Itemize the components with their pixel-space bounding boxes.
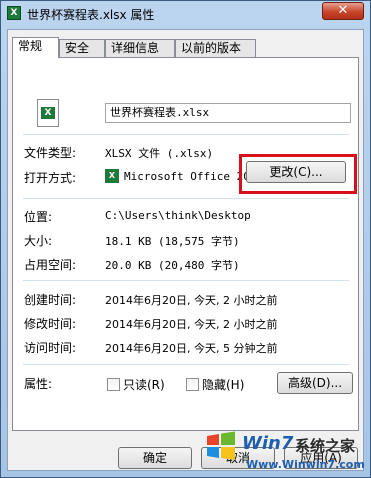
accessed-value: 2014年6月20日, 今天, 5 分钟之前	[105, 342, 278, 355]
tab-details[interactable]: 详细信息	[105, 39, 175, 57]
close-button[interactable]: ✕	[322, 2, 364, 20]
hidden-checkbox[interactable]	[186, 378, 199, 391]
dialog-body: 常规 安全 详细信息 以前的版本 X 世界杯赛程表.xlsx 文件类型: XLS…	[7, 29, 364, 471]
title-bar[interactable]: X 世界杯赛程表.xlsx 属性 ✕	[1, 1, 370, 27]
modified-label: 修改时间:	[24, 317, 77, 331]
file-type-value: XLSX 文件 (.xlsx)	[105, 147, 214, 160]
readonly-checkbox[interactable]	[107, 378, 120, 391]
excel-title-icon: X	[7, 6, 21, 20]
separator	[23, 364, 349, 365]
disk-size-value: 20.0 KB (20,480 字节)	[105, 259, 240, 272]
attributes-label: 属性:	[24, 377, 53, 391]
advanced-button[interactable]: 高级(D)...	[277, 372, 353, 394]
separator	[23, 280, 349, 281]
modified-value: 2014年6月20日, 今天, 2 小时之前	[105, 318, 278, 331]
windows-logo-icon	[207, 431, 235, 460]
excel-file-icon: X	[37, 99, 59, 127]
created-value: 2014年6月20日, 今天, 2 小时之前	[105, 294, 278, 307]
properties-window: X 世界杯赛程表.xlsx 属性 ✕ 常规 安全 详细信息 以前的版本 X 世界…	[0, 0, 371, 478]
opens-with-value: Microsoft Office 20	[124, 170, 250, 183]
change-button[interactable]: 更改(C)...	[246, 161, 346, 183]
tab-general[interactable]: 常规	[12, 37, 59, 58]
size-label: 大小:	[24, 234, 53, 248]
separator	[23, 134, 349, 135]
tab-security[interactable]: 安全	[59, 39, 105, 57]
file-type-label: 文件类型:	[24, 146, 77, 160]
watermark-subtitle: 系统之家	[295, 437, 356, 455]
general-tab-panel: X 世界杯赛程表.xlsx 文件类型: XLSX 文件 (.xlsx) 打开方式…	[12, 57, 359, 431]
created-label: 创建时间:	[24, 293, 77, 307]
file-name-field[interactable]: 世界杯赛程表.xlsx	[105, 103, 351, 123]
location-value: C:\Users\think\Desktop	[105, 209, 251, 222]
disk-size-label: 占用空间:	[24, 258, 77, 272]
size-value: 18.1 KB (18,575 字节)	[105, 235, 240, 248]
separator	[23, 198, 349, 199]
excel-app-icon: X	[105, 169, 119, 183]
tab-previous-versions[interactable]: 以前的版本	[175, 39, 256, 57]
readonly-label[interactable]: 只读(R)	[123, 376, 165, 393]
opens-with-label: 打开方式:	[24, 171, 77, 185]
accessed-label: 访问时间:	[24, 341, 77, 355]
ok-button[interactable]: 确定	[118, 447, 192, 469]
location-label: 位置:	[24, 210, 53, 224]
watermark: Win7 系统之家 Www.Winwin7.com	[202, 415, 368, 477]
watermark-url: Www.Winwin7.com	[246, 458, 365, 471]
window-title: 世界杯赛程表.xlsx 属性	[27, 8, 155, 22]
hidden-label[interactable]: 隐藏(H)	[202, 376, 244, 393]
watermark-brand: Win7	[242, 433, 294, 454]
